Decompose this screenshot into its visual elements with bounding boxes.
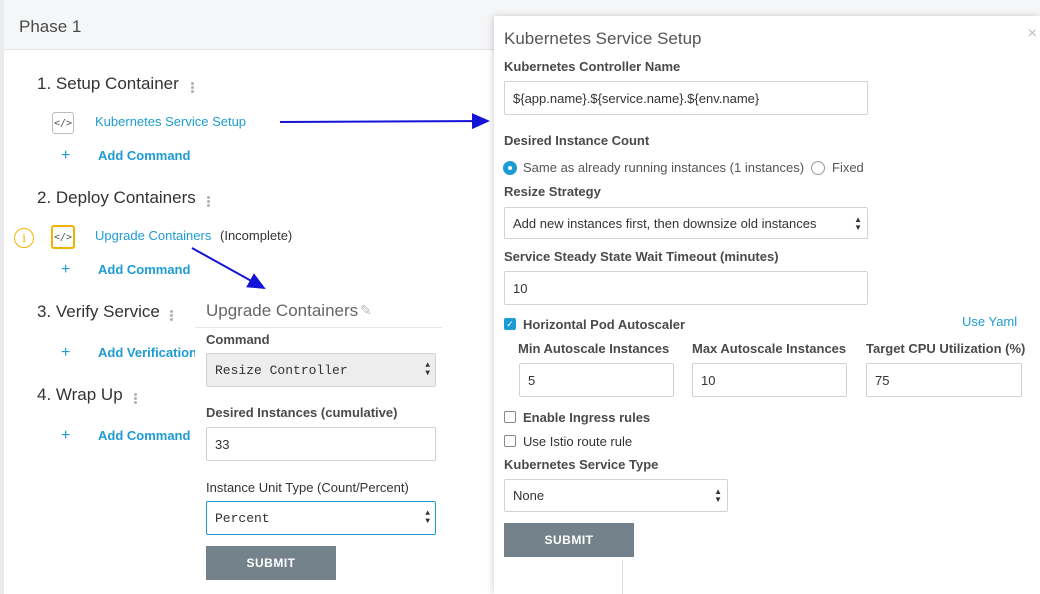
phase-title: Phase 1 (19, 17, 82, 36)
step-menu-icon[interactable] (207, 195, 211, 208)
command-status: (Incomplete) (220, 228, 293, 243)
plus-icon[interactable]: + (61, 427, 70, 445)
min-autoscale-input[interactable]: 5 (519, 363, 674, 397)
timeout-label: Service Steady State Wait Timeout (minut… (504, 249, 779, 264)
select-arrows-icon: ▲ ▼ (714, 487, 722, 504)
plus-icon[interactable]: + (61, 147, 70, 165)
ingress-checkbox[interactable] (504, 411, 516, 423)
resize-strategy-label: Resize Strategy (504, 184, 601, 199)
step-title-setup-container: 1. Setup Container (37, 74, 179, 93)
radio-fixed[interactable] (811, 161, 825, 175)
submit-button[interactable]: SUBMIT (504, 523, 634, 557)
dialog-title: Kubernetes Service Setup (504, 29, 702, 48)
add-command-link[interactable]: Add Command (98, 148, 190, 163)
instance-count-label: Desired Instance Count (504, 133, 650, 148)
divider (622, 560, 623, 594)
instance-unit-value: Percent (215, 510, 270, 526)
istio-checkbox[interactable] (504, 435, 516, 447)
close-icon[interactable]: × (1028, 25, 1037, 43)
add-command-link[interactable]: Add Command (98, 262, 190, 277)
warning-icon: i (14, 228, 34, 248)
step-menu-icon[interactable] (191, 81, 195, 94)
max-autoscale-label: Max Autoscale Instances (692, 341, 847, 356)
cpu-utilization-label: Target CPU Utilization (%) (866, 341, 1026, 356)
code-icon: </> (51, 225, 75, 249)
command-select-value: Resize Controller (215, 362, 348, 378)
max-autoscale-input[interactable]: 10 (692, 363, 847, 397)
left-edge (0, 0, 4, 594)
kubernetes-service-setup-dialog: Kubernetes Service Setup × Kubernetes Co… (494, 16, 1040, 594)
step-menu-icon[interactable] (134, 392, 138, 405)
submit-button[interactable]: SUBMIT (206, 546, 336, 580)
code-icon: </> (52, 112, 74, 134)
step-title-wrap-up: 4. Wrap Up (37, 385, 123, 404)
select-arrows-icon: ▲ ▼ (425, 361, 430, 378)
plus-icon[interactable]: + (61, 261, 70, 279)
step-title-deploy-containers: 2. Deploy Containers (37, 188, 196, 207)
arrow-to-upgrade-dialog (191, 247, 266, 289)
radio-same-instances[interactable] (503, 161, 517, 175)
step-menu-icon[interactable] (170, 309, 174, 322)
edit-pencil-icon[interactable]: ✎ (360, 302, 372, 319)
controller-name-label: Kubernetes Controller Name (504, 59, 681, 74)
istio-label: Use Istio route rule (523, 434, 633, 449)
radio-fixed-label: Fixed (832, 160, 864, 175)
divider (195, 327, 442, 328)
resize-strategy-value: Add new instances first, then downsize o… (513, 215, 817, 231)
desired-instances-label: Desired Instances (cumulative) (206, 405, 398, 420)
command-select[interactable]: Resize Controller ▲ ▼ (206, 353, 436, 387)
timeout-input[interactable]: 10 (504, 271, 868, 305)
instance-unit-label: Instance Unit Type (Count/Percent) (206, 480, 409, 495)
resize-strategy-select[interactable]: Add new instances first, then downsize o… (504, 207, 868, 239)
add-verification-link[interactable]: Add Verification (98, 345, 197, 360)
service-type-label: Kubernetes Service Type (504, 457, 659, 472)
min-autoscale-label: Min Autoscale Instances (518, 341, 670, 356)
hpa-checkbox[interactable]: ✓ (504, 318, 516, 330)
select-arrows-icon: ▲ ▼ (854, 215, 862, 232)
command-link-kubernetes-service-setup[interactable]: Kubernetes Service Setup (95, 114, 246, 129)
step-title-verify-service: 3. Verify Service (37, 302, 160, 321)
arrow-to-k8s-dialog (279, 113, 490, 130)
controller-name-input[interactable]: ${app.name}.${service.name}.${env.name} (504, 81, 868, 115)
plus-icon[interactable]: + (61, 344, 70, 362)
radio-same-instances-label: Same as already running instances (1 ins… (523, 160, 805, 175)
select-arrows-icon: ▲ ▼ (425, 509, 430, 526)
dialog-title: Upgrade Containers (206, 301, 359, 320)
add-command-link[interactable]: Add Command (98, 428, 190, 443)
desired-instances-input[interactable]: 33 (206, 427, 436, 461)
service-type-select[interactable]: None ▲ ▼ (504, 479, 728, 512)
service-type-value: None (513, 488, 545, 503)
cpu-utilization-input[interactable]: 75 (866, 363, 1022, 397)
use-yaml-link[interactable]: Use Yaml (962, 314, 1017, 329)
instance-unit-select[interactable]: Percent ▲ ▼ (206, 501, 436, 535)
ingress-label: Enable Ingress rules (523, 410, 651, 425)
hpa-label: Horizontal Pod Autoscaler (523, 317, 686, 332)
command-label: Command (206, 332, 270, 347)
upgrade-containers-dialog: Upgrade Containers ✎ Command Resize Cont… (195, 292, 442, 594)
command-link-upgrade-containers[interactable]: Upgrade Containers (95, 228, 211, 243)
